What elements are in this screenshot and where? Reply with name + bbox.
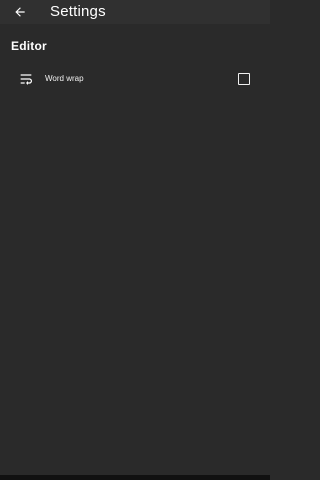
setting-label: Word wrap: [45, 74, 84, 83]
wrap-text-icon: [18, 71, 34, 87]
arrow-back-icon: [15, 7, 25, 17]
page-title: Settings: [50, 3, 106, 20]
section-header-editor: Editor: [11, 39, 47, 53]
app-bar: Settings: [0, 0, 270, 24]
back-button[interactable]: [11, 3, 29, 21]
word-wrap-checkbox[interactable]: [238, 73, 250, 85]
bottom-edge: [0, 475, 270, 480]
setting-row-word-wrap[interactable]: Word wrap: [0, 62, 270, 96]
